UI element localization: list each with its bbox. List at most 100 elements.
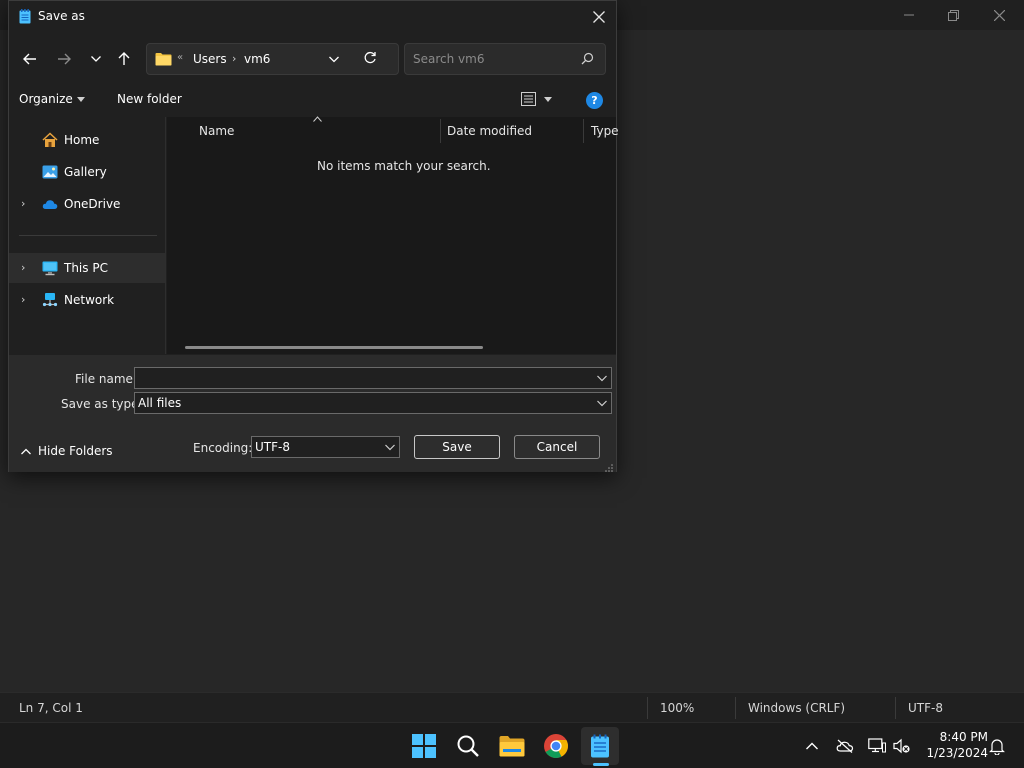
taskbar-search-button[interactable] bbox=[449, 727, 487, 765]
caret-down-icon bbox=[76, 96, 85, 102]
save-options-panel: File name: Save as type: All files Hide … bbox=[9, 355, 616, 472]
close-icon[interactable] bbox=[976, 0, 1022, 30]
status-separator bbox=[895, 697, 896, 719]
nav-item-onedrive[interactable]: › OneDrive bbox=[9, 189, 165, 219]
view-options-button[interactable] bbox=[521, 92, 552, 106]
organize-label: Organize bbox=[19, 92, 73, 106]
gallery-icon bbox=[42, 165, 58, 179]
notification-bell-icon[interactable] bbox=[986, 735, 1008, 757]
network-status-icon[interactable] bbox=[866, 735, 888, 757]
chevron-down-icon[interactable] bbox=[597, 397, 607, 412]
organize-button[interactable]: Organize bbox=[19, 92, 85, 106]
address-bar[interactable]: « Users › vm6 bbox=[146, 43, 399, 75]
close-icon[interactable] bbox=[587, 5, 611, 29]
folder-icon bbox=[155, 53, 172, 66]
breadcrumb-vm6[interactable]: vm6 bbox=[244, 52, 270, 66]
nav-item-gallery[interactable]: Gallery bbox=[9, 157, 165, 187]
nav-item-label: This PC bbox=[64, 261, 108, 275]
volume-muted-icon[interactable] bbox=[891, 735, 913, 757]
clock-date: 1/23/2024 bbox=[926, 746, 988, 760]
search-input[interactable] bbox=[413, 51, 573, 67]
line-ending[interactable]: Windows (CRLF) bbox=[748, 701, 845, 715]
help-icon[interactable]: ? bbox=[586, 92, 603, 109]
column-header-name[interactable]: Name bbox=[199, 124, 234, 138]
nav-item-this-pc[interactable]: › This PC bbox=[9, 253, 165, 283]
minimize-icon[interactable] bbox=[886, 0, 932, 30]
horizontal-scrollbar[interactable] bbox=[185, 346, 483, 349]
encoding-value: UTF-8 bbox=[255, 440, 290, 454]
hide-folders-button[interactable]: Hide Folders bbox=[21, 444, 113, 458]
column-header-type[interactable]: Type bbox=[591, 124, 619, 138]
empty-list-message: No items match your search. bbox=[317, 159, 491, 173]
encoding-select[interactable]: UTF-8 bbox=[251, 436, 400, 458]
notepad-icon bbox=[19, 9, 31, 24]
navigation-pane: Home Gallery › OneDrive › This PC › Netw… bbox=[9, 117, 166, 354]
save-as-type-value: All files bbox=[138, 396, 182, 410]
computer-icon bbox=[42, 261, 58, 276]
windows-logo-icon bbox=[412, 734, 436, 758]
cancel-button[interactable]: Cancel bbox=[514, 435, 600, 459]
nav-item-label: Home bbox=[64, 133, 100, 147]
details-view-icon bbox=[521, 92, 536, 106]
nav-item-label: OneDrive bbox=[64, 197, 121, 211]
search-icon[interactable] bbox=[581, 52, 594, 68]
refresh-icon[interactable] bbox=[363, 51, 377, 68]
file-list[interactable]: Name Date modified Type No items match y… bbox=[167, 115, 619, 354]
save-as-type-select[interactable]: All files bbox=[134, 392, 612, 414]
onedrive-offline-icon[interactable] bbox=[834, 735, 856, 757]
column-separator[interactable] bbox=[440, 119, 441, 143]
network-icon bbox=[42, 293, 58, 307]
up-arrow-icon[interactable] bbox=[111, 45, 137, 73]
file-name-input[interactable] bbox=[138, 371, 567, 385]
new-folder-button[interactable]: New folder bbox=[117, 92, 182, 106]
status-separator bbox=[647, 697, 648, 719]
file-encoding[interactable]: UTF-8 bbox=[908, 701, 943, 715]
hide-folders-label: Hide Folders bbox=[38, 444, 113, 458]
chevron-up-icon bbox=[21, 448, 31, 454]
chevron-down-icon[interactable] bbox=[597, 372, 607, 387]
forward-arrow-icon[interactable] bbox=[51, 45, 77, 73]
breadcrumb-separator[interactable]: › bbox=[232, 52, 236, 65]
address-overflow[interactable]: « bbox=[177, 52, 183, 63]
onedrive-cloud-icon bbox=[42, 200, 58, 209]
file-explorer-button[interactable] bbox=[493, 727, 531, 765]
save-button[interactable]: Save bbox=[414, 435, 500, 459]
nav-divider bbox=[19, 235, 157, 236]
resize-grip-icon[interactable] bbox=[605, 461, 613, 475]
expand-chevron-icon[interactable]: › bbox=[21, 293, 25, 306]
start-button[interactable] bbox=[405, 727, 443, 765]
cursor-position: Ln 7, Col 1 bbox=[19, 701, 83, 715]
back-arrow-icon[interactable] bbox=[17, 45, 43, 73]
nav-item-network[interactable]: › Network bbox=[9, 285, 165, 315]
active-app-indicator bbox=[593, 763, 609, 766]
nav-item-label: Gallery bbox=[64, 165, 107, 179]
file-name-combobox[interactable] bbox=[134, 367, 612, 389]
recent-locations-chevron-icon[interactable] bbox=[83, 45, 109, 73]
command-bar: Organize New folder ? bbox=[9, 87, 616, 115]
column-header-date-modified[interactable]: Date modified bbox=[447, 124, 532, 138]
restore-icon[interactable] bbox=[930, 0, 976, 30]
notepad-taskbar-button[interactable] bbox=[581, 727, 619, 765]
dialog-titlebar: Save as bbox=[9, 1, 616, 33]
chevron-down-icon[interactable] bbox=[385, 441, 395, 456]
expand-chevron-icon[interactable]: › bbox=[21, 261, 25, 274]
taskbar: 8:40 PM 1/23/2024 bbox=[0, 722, 1024, 768]
caret-down-icon bbox=[544, 96, 552, 102]
address-dropdown-icon[interactable] bbox=[329, 52, 339, 69]
expand-chevron-icon[interactable]: › bbox=[21, 197, 25, 210]
clock-time: 8:40 PM bbox=[939, 730, 988, 744]
navigation-bar: « Users › vm6 bbox=[9, 37, 616, 81]
zoom-level[interactable]: 100% bbox=[660, 701, 694, 715]
nav-item-home[interactable]: Home bbox=[9, 125, 165, 155]
save-as-type-label: Save as type: bbox=[61, 397, 143, 411]
show-hidden-icons-chevron-icon[interactable] bbox=[801, 735, 823, 757]
search-box[interactable] bbox=[404, 43, 606, 75]
breadcrumb-users[interactable]: Users bbox=[193, 52, 227, 66]
save-as-dialog: Save as « Users › vm6 Search vm6 Organiz… bbox=[8, 0, 619, 472]
sort-ascending-icon bbox=[313, 115, 322, 125]
chrome-button[interactable] bbox=[537, 727, 575, 765]
folder-icon bbox=[499, 736, 525, 757]
search-icon bbox=[457, 735, 479, 757]
system-clock[interactable]: 8:40 PM 1/23/2024 bbox=[918, 729, 988, 761]
column-separator[interactable] bbox=[583, 119, 584, 143]
